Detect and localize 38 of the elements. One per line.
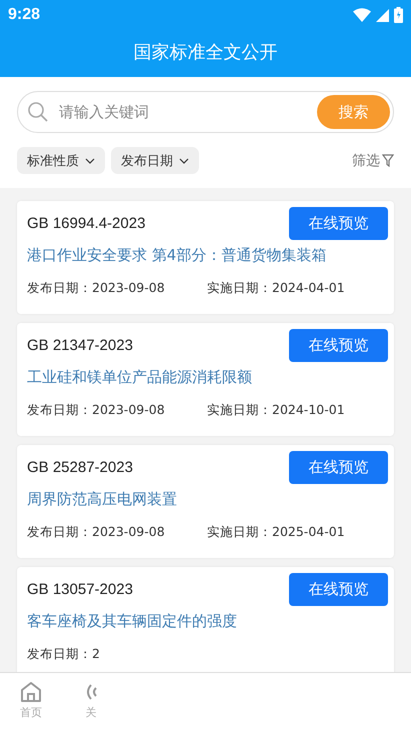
standard-card[interactable]: GB 13057-2023 在线预览 客车座椅及其车辆固定件的强度 发布日期：2 [17,567,394,672]
publish-date: 发布日期：2023-09-08 [27,280,166,297]
standard-title[interactable]: 工业硅和镁单位产品能源消耗限额 [27,368,388,387]
preview-button[interactable]: 在线预览 [289,451,388,484]
preview-button[interactable]: 在线预览 [289,207,388,240]
chevron-down-icon [85,158,95,164]
publish-date: 发布日期：2023-09-08 [27,402,166,419]
standard-code: GB 16994.4-2023 [27,215,146,232]
preview-button[interactable]: 在线预览 [289,329,388,362]
signal-icon [376,8,389,22]
battery-icon [394,7,403,23]
standard-card[interactable]: GB 21347-2023 在线预览 工业硅和镁单位产品能源消耗限额 发布日期：2023-09-08 实施日期：2024-10-01 [17,323,394,436]
standard-code: GB 21347-2023 [27,337,133,354]
publish-date: 发布日期：2023-09-08 [27,524,166,541]
effective-date: 实施日期：2024-04-01 [207,280,345,297]
filter-dropdown[interactable]: 发布日期 [111,147,199,174]
chevron-down-icon [179,158,189,164]
home-icon[interactable] [20,681,42,703]
standard-code: GB 13057-2023 [27,581,133,598]
standard-title[interactable]: 客车座椅及其车辆固定件的强度 [27,612,388,631]
filter-button[interactable]: 筛选 [352,152,394,170]
filter-dropdown[interactable]: 标准性质 [17,147,105,174]
filter-icon [382,154,394,167]
standard-title[interactable]: 周界防范高压电网装置 [27,490,388,509]
standard-card[interactable]: GB 25287-2023 在线预览 周界防范高压电网装置 发布日期：2023-09-08 实施日期：2025-04-01 [17,445,394,558]
preview-button[interactable]: 在线预览 [289,573,388,606]
effective-date: 实施日期：2024-10-01 [207,402,345,419]
nav-label[interactable]: 关 [86,705,96,720]
standard-title[interactable]: 港口作业安全要求 第4部分：普通货物集装箱 [27,246,388,265]
page-title: 国家标准全文公开 [132,41,278,64]
effective-date: 实施日期：2025-04-01 [207,524,345,541]
standard-code: GB 25287-2023 [27,459,133,476]
standard-card[interactable]: GB 16994.4-2023 在线预览 港口作业安全要求 第4部分：普通货物集装箱 发布日期：2023-09-08 实施日期：2024-04-01 [17,201,394,314]
search-icon [27,101,49,123]
nav-label[interactable]: 首页 [20,705,42,720]
status-time: 9:28 [8,6,40,24]
publish-date: 发布日期：2 [27,646,101,663]
wifi-icon [353,8,371,22]
